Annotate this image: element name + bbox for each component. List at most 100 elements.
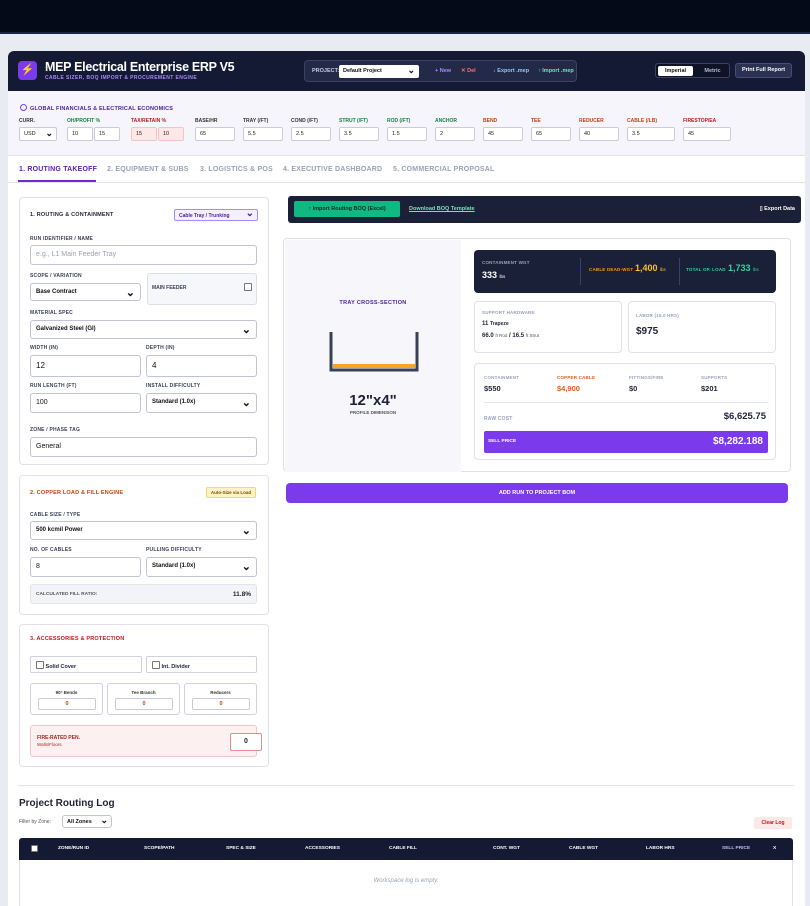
app-header: ⚡ MEP Electrical Enterprise ERP V5 CABLE… — [8, 51, 805, 91]
tab-routing-takeoff[interactable]: 1. ROUTING TAKEOFF — [19, 166, 97, 173]
material-select[interactable]: Galvanized Steel (GI) ⌄ — [30, 320, 257, 339]
clear-log-button[interactable]: Clear Log — [754, 817, 792, 829]
reducer-rate-input[interactable]: 40 — [579, 127, 619, 141]
col-scope-path[interactable]: SCOPE/PATH — [144, 846, 174, 851]
run-id-input[interactable]: e.g., L1 Main Feeder Tray — [30, 245, 257, 265]
new-project-button[interactable]: + New — [435, 68, 451, 74]
containment-weight-unit: lbs — [499, 274, 506, 279]
rod-strut-lengths: 66.0 ft Rod / 16.5 ft Strut — [482, 333, 539, 339]
raw-cost-value: $6,625.75 — [723, 411, 766, 422]
chevron-down-icon: ⌄ — [241, 397, 251, 409]
tab-commercial-proposal[interactable]: 5. COMMERCIAL PROPOSAL — [393, 166, 495, 173]
profile-dimension-label: PROFILE DIMENSION — [349, 410, 397, 415]
import-mep-button[interactable]: ↑ Import .mep — [538, 68, 574, 74]
col-cable-wgt[interactable]: CABLE WGT — [569, 846, 598, 851]
tab-logistics-pos[interactable]: 3. LOGISTICS & POS — [200, 166, 273, 173]
col-labor-hrs[interactable]: LABOR HRS — [646, 846, 675, 851]
reducers-input[interactable]: 0 — [192, 698, 250, 710]
tab-equipment-subs[interactable]: 2. EQUIPMENT & SUBS — [107, 166, 189, 173]
cond-rate-input[interactable]: 2.5 — [291, 127, 331, 141]
depth-input[interactable]: 4 — [146, 355, 257, 377]
export-data-button[interactable]: ▯ Export Data — [760, 206, 795, 212]
fire-rated-input[interactable]: 0 — [230, 733, 262, 751]
chevron-down-icon: ⌄ — [241, 525, 251, 537]
log-title: Project Routing Log — [19, 798, 115, 809]
currency-select[interactable]: USD ⌄ — [19, 127, 57, 141]
strut-rate-label: STRUT (/FT) — [339, 118, 368, 124]
run-id-label: RUN IDENTIFIER / NAME — [30, 236, 94, 242]
project-select-value: Default Project — [343, 68, 382, 74]
select-all-checkbox[interactable] — [31, 845, 38, 852]
solid-cover-option[interactable]: Solid Cover — [30, 656, 142, 673]
firestop-rate-group: FIRESTOP/EA 45 — [683, 118, 731, 141]
strut-length: 16.5 — [512, 333, 525, 339]
length-input[interactable]: 100 — [30, 393, 141, 413]
cable-count-input[interactable]: 8 — [30, 557, 141, 577]
add-run-button[interactable]: ADD RUN TO PROJECT BOM — [286, 483, 788, 503]
tray-rate-input[interactable]: 5.5 — [243, 127, 283, 141]
containment-mode-select[interactable]: Cable Tray / Trunking ⌄ — [174, 208, 258, 221]
length-label: RUN LENGTH (FT) — [30, 383, 77, 389]
export-mep-button[interactable]: ↓ Export .mep — [493, 68, 529, 74]
ohprofit-label: OH/PROFIT % — [67, 118, 101, 124]
solid-cover-checkbox[interactable] — [36, 661, 44, 669]
project-select[interactable]: Default Project ⌄ — [339, 65, 419, 78]
cable-fill-bar — [333, 364, 415, 368]
col-accessories[interactable]: ACCESSORIES — [305, 846, 340, 851]
oh-input[interactable]: 10 — [67, 127, 93, 141]
cable-rate-input[interactable]: 3.5 — [627, 127, 675, 141]
autosize-button[interactable]: Auto-Size via Load — [206, 487, 256, 498]
pulling-select[interactable]: Standard (1.0x) ⌄ — [146, 557, 257, 577]
total-load-label: TOTAL OP. LOAD — [686, 267, 726, 272]
delete-project-button[interactable]: ✕ Del — [461, 68, 476, 74]
rod-rate-input[interactable]: 1.5 — [387, 127, 427, 141]
tee-input[interactable]: 0 — [115, 698, 173, 710]
firestop-rate-input[interactable]: 45 — [683, 127, 731, 141]
containment-cost: $550 — [484, 384, 501, 393]
cable-size-select[interactable]: 500 kcmil Power ⌄ — [30, 521, 257, 540]
col-cable-fill[interactable]: CABLE FILL — [389, 846, 417, 851]
cable-dead-weight-unit: lbs — [660, 267, 666, 272]
separator: / — [509, 333, 511, 339]
import-boq-button[interactable]: ↑ Import Routing BOQ (Excel) — [294, 201, 400, 217]
containment-weight-value: 333 lbs — [482, 270, 505, 280]
reducers-box: Reducers 0 — [184, 683, 257, 715]
retain-input[interactable]: 10 — [158, 127, 184, 141]
basehr-input[interactable]: 65 — [195, 127, 235, 141]
cable-size-value: 500 kcmil Power — [36, 527, 83, 533]
unit-metric-button[interactable]: Metric — [696, 66, 729, 76]
profit-input[interactable]: 15 — [94, 127, 120, 141]
width-input[interactable]: 12 — [30, 355, 141, 377]
main-feeder-toggle[interactable]: MAIN FEEDER — [147, 273, 257, 305]
difficulty-select[interactable]: Standard (1.0x) ⌄ — [146, 393, 257, 413]
width-label: WIDTH (IN) — [30, 345, 59, 351]
main-feeder-checkbox[interactable] — [244, 283, 252, 291]
bends-label: 90° Bends — [55, 690, 78, 695]
int-divider-checkbox[interactable] — [152, 661, 160, 669]
col-cont-wgt[interactable]: CONT. WGT — [493, 846, 520, 851]
fill-ratio-label: CALCULATED FILL RATIO: — [36, 592, 98, 597]
col-zone-run-id[interactable]: ZONE/RUN ID — [58, 846, 89, 851]
int-divider-option[interactable]: Int. Divider — [146, 656, 257, 673]
bends-input[interactable]: 0 — [38, 698, 96, 710]
unit-imperial-button[interactable]: Imperial — [658, 66, 693, 76]
export-data-label: Export Data — [764, 206, 795, 212]
scope-select[interactable]: Base Contract ⌄ — [30, 283, 141, 301]
tab-executive-dashboard[interactable]: 4. EXECUTIVE DASHBOARD — [283, 166, 382, 173]
bend-rate-input[interactable]: 45 — [483, 127, 523, 141]
col-sell-price[interactable]: SELL PRICE — [722, 846, 750, 851]
download-template-link[interactable]: Download BOQ Template — [409, 206, 475, 212]
active-tab-indicator — [18, 180, 96, 182]
print-report-button[interactable]: Print Full Report — [735, 63, 792, 78]
anchor-rate-input[interactable]: 2 — [435, 127, 475, 141]
zone-filter-select[interactable]: All Zones ⌄ — [62, 815, 112, 828]
strut-rate-input[interactable]: 3.5 — [339, 127, 379, 141]
tee-rate-input[interactable]: 65 — [531, 127, 571, 141]
tray-rate-group: TRAY (/FT) 5.5 — [243, 118, 283, 141]
tray-cross-section-graphic — [329, 332, 419, 372]
currency-label: CURR. — [19, 118, 35, 124]
tax-input[interactable]: 15 — [131, 127, 157, 141]
routing-title: 1. ROUTING & CONTAINMENT — [30, 212, 114, 218]
col-spec-size[interactable]: SPEC & SIZE — [226, 846, 256, 851]
zone-input[interactable]: General — [30, 437, 257, 457]
